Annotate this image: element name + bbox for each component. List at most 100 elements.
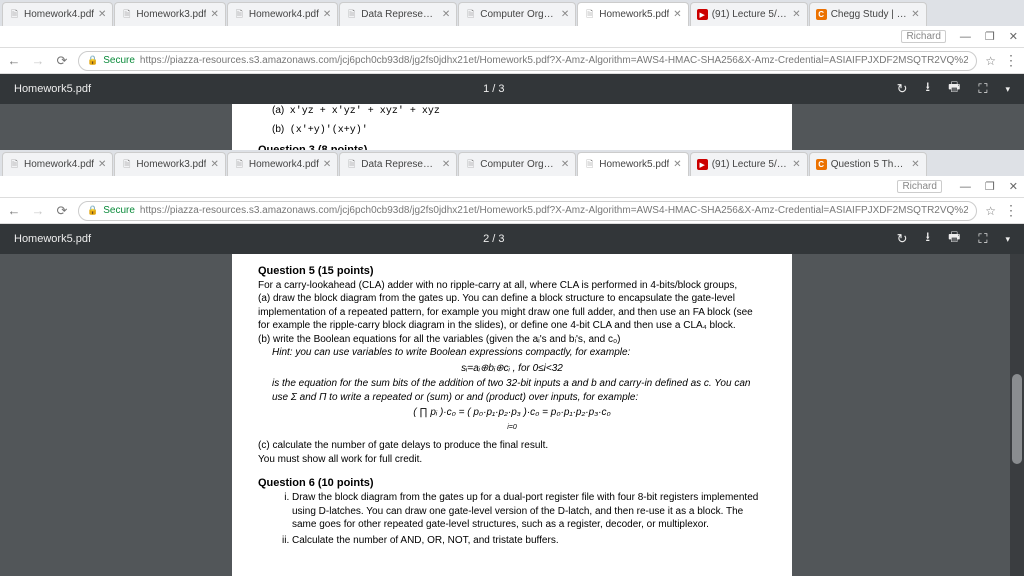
q6-list: Draw the block diagram from the gates up… — [292, 491, 766, 547]
menu-icon[interactable]: ⋮ — [1004, 52, 1018, 69]
address-bar: ← → ⟳ 🔒 Secure https://piazza-resources.… — [0, 48, 1024, 74]
browser-tab[interactable]: 🗎Data Representati…✕ — [339, 2, 457, 26]
equation-product: ( ∏ pᵢ )·c₀ = ( p₀·p₁·p₂·p₃ )·c₀ = p₀·p₁… — [258, 406, 766, 433]
bookmark-star-icon[interactable]: ☆ — [985, 204, 996, 218]
tab-close-icon[interactable]: ✕ — [911, 159, 919, 170]
browser-tab[interactable]: ▶(91) Lecture 5/12…✕ — [690, 152, 808, 176]
tab-close-icon[interactable]: ✕ — [323, 9, 331, 20]
browser-tab[interactable]: CChegg Study | Gui…✕ — [809, 2, 927, 26]
pdf-viewport[interactable]: Question 5 (15 points) For a carry-looka… — [0, 254, 1024, 576]
forward-button[interactable]: → — [30, 203, 46, 218]
browser-tab[interactable]: CQuestion 5 Thank…✕ — [809, 152, 927, 176]
tab-close-icon[interactable]: ✕ — [210, 159, 218, 170]
tab-close-icon[interactable]: ✕ — [442, 9, 450, 20]
browser-tab[interactable]: 🗎 Homework4.pdf ✕ — [227, 2, 338, 26]
q5-credit: You must show all work for full credit. — [258, 453, 766, 467]
browser-tab[interactable]: 🗎Computer Organiz…✕ — [458, 2, 576, 26]
tab-title: Homework3.pdf — [136, 9, 206, 20]
browser-tab[interactable]: 🗎Homework4.pdf✕ — [2, 2, 113, 26]
browser-tab[interactable]: 🗎Homework3.pdf✕ — [114, 152, 225, 176]
pdf-page: Question 5 (15 points) For a carry-looka… — [232, 254, 792, 576]
pdf-filename: Homework5.pdf — [14, 83, 91, 95]
tab-favicon: C — [816, 9, 827, 20]
tab-favicon: 🗎 — [234, 159, 245, 170]
browser-tab[interactable]: 🗎Data Representati…✕ — [339, 152, 457, 176]
fit-icon[interactable]: ⛶ — [978, 231, 987, 247]
pdf-viewport[interactable]: (a) x'yz + x'yz' + xyz' + xyz (b) (x'+y)… — [0, 104, 1024, 150]
scrollbar-thumb[interactable] — [1012, 374, 1022, 464]
reload-button[interactable]: ⟳ — [54, 53, 70, 69]
browser-tab[interactable]: 🗎 Homework4.pdf ✕ — [227, 152, 338, 176]
scrollbar[interactable] — [1010, 254, 1024, 576]
browser-tab[interactable]: 🗎Homework5.pdf✕ — [577, 2, 688, 26]
tab-title: (91) Lecture 5/12… — [712, 9, 789, 20]
tab-favicon: ▶ — [697, 9, 708, 20]
q5-part-c: (c) calculate the number of gate delays … — [258, 439, 766, 453]
tab-title: Data Representati… — [361, 159, 438, 170]
q6-item-1: Draw the block diagram from the gates up… — [292, 491, 766, 532]
tab-close-icon[interactable]: ✕ — [792, 159, 800, 170]
back-button[interactable]: ← — [6, 203, 22, 218]
browser-window-2: 🗎Homework4.pdf✕🗎Homework3.pdf✕🗎Homework4… — [0, 150, 1024, 576]
equation-sum: sᵢ=aᵢ⊕bᵢ⊕cᵢ , for 0≤i<32 — [258, 362, 766, 376]
download-icon[interactable]: ⭳ — [926, 228, 931, 250]
tab-close-icon[interactable]: ✕ — [210, 9, 218, 20]
minimize-button[interactable]: — — [960, 181, 971, 193]
tab-close-icon[interactable]: ✕ — [98, 9, 106, 20]
question-6-heading: Question 6 (10 points) — [258, 476, 766, 491]
tab-favicon: 🗎 — [234, 9, 245, 20]
print-icon[interactable]: 🖶 — [948, 78, 960, 100]
maximize-button[interactable]: ❐ — [985, 180, 995, 193]
tab-close-icon[interactable]: ✕ — [673, 9, 681, 20]
tab-close-icon[interactable]: ✕ — [561, 159, 569, 170]
tab-title: Homework4.pdf — [249, 159, 319, 170]
tab-favicon: 🗎 — [121, 9, 132, 20]
close-button[interactable]: ✕ — [1009, 30, 1018, 43]
browser-tab[interactable]: 🗎Homework5.pdf✕ — [577, 152, 688, 176]
tab-close-icon[interactable]: ✕ — [442, 159, 450, 170]
tab-close-icon[interactable]: ✕ — [98, 159, 106, 170]
tab-strip: 🗎Homework4.pdf✕🗎Homework3.pdf✕🗎Homework4… — [0, 150, 1024, 176]
download-icon[interactable]: ⭳ — [926, 78, 931, 100]
close-button[interactable]: ✕ — [1009, 180, 1018, 193]
minimize-button[interactable]: — — [960, 31, 971, 43]
pdf-page-indicator: 1 / 3 — [91, 83, 897, 95]
tab-close-icon[interactable]: ✕ — [911, 9, 919, 20]
menu-icon[interactable]: ⋮ — [1004, 202, 1018, 219]
tab-close-icon[interactable]: ✕ — [792, 9, 800, 20]
tab-title: Homework4.pdf — [249, 9, 319, 20]
rotate-icon[interactable]: ↻ — [897, 81, 908, 97]
bookmark-star-icon[interactable]: ☆ — [985, 54, 996, 68]
print-icon[interactable]: 🖶 — [948, 228, 960, 250]
more-icon[interactable]: ▾ — [1005, 234, 1010, 245]
tab-close-icon[interactable]: ✕ — [673, 159, 681, 170]
url-text: https://piazza-resources.s3.amazonaws.co… — [140, 55, 968, 66]
tab-close-icon[interactable]: ✕ — [323, 159, 331, 170]
window-titlebar: Richard — ❐ ✕ — [0, 176, 1024, 198]
pdf-toolbar: Homework5.pdf 2 / 3 ↻ ⭳ 🖶 ⛶ ▾ — [0, 224, 1024, 254]
forward-button[interactable]: → — [30, 53, 46, 68]
fit-icon[interactable]: ⛶ — [978, 81, 987, 97]
tab-favicon: 🗎 — [465, 159, 476, 170]
browser-tab[interactable]: 🗎 Computer Organiz… ✕ — [458, 152, 576, 176]
pdf-actions: ↻ ⭳ 🖶 ⛶ ▾ — [897, 78, 1010, 100]
tab-close-icon[interactable]: ✕ — [561, 9, 569, 20]
q6-item-2: Calculate the number of AND, OR, NOT, an… — [292, 534, 766, 548]
lock-icon: 🔒 — [87, 55, 98, 66]
back-button[interactable]: ← — [6, 53, 22, 68]
omnibox[interactable]: 🔒 Secure https://piazza-resources.s3.ama… — [78, 201, 977, 221]
more-icon[interactable]: ▾ — [1005, 84, 1010, 95]
reload-button[interactable]: ⟳ — [54, 203, 70, 219]
tab-title: Computer Organiz… — [480, 159, 557, 170]
browser-tab[interactable]: 🗎Homework4.pdf✕ — [2, 152, 113, 176]
pdf-toolbar: Homework5.pdf 1 / 3 ↻ ⭳ 🖶 ⛶ ▾ — [0, 74, 1024, 104]
omnibox[interactable]: 🔒 Secure https://piazza-resources.s3.ama… — [78, 51, 977, 71]
browser-tab[interactable]: ▶ (91) Lecture 5/12…✕ — [690, 2, 808, 26]
tab-favicon: 🗎 — [9, 159, 20, 170]
maximize-button[interactable]: ❐ — [985, 30, 995, 43]
q5-part-a: (a) draw the block diagram from the gate… — [258, 292, 766, 333]
q5-intro: For a carry-lookahead (CLA) adder with n… — [258, 279, 766, 293]
rotate-icon[interactable]: ↻ — [897, 231, 908, 247]
expr-a: x'yz + x'yz' + xyz' + xyz — [290, 106, 440, 117]
browser-tab[interactable]: 🗎 Homework3.pdf ✕ — [114, 2, 225, 26]
